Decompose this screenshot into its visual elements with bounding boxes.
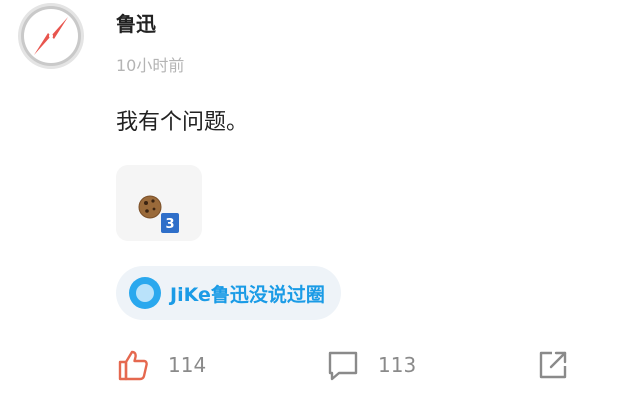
like-count: 114 (168, 353, 207, 377)
topic-label: JiKe鲁迅没说过圈 (170, 283, 325, 306)
post-image[interactable]: 3 (116, 165, 202, 241)
post-time: 10小时前 (116, 56, 185, 75)
post-content: 我有个问题。 (116, 110, 249, 135)
topic-tag[interactable]: JiKe鲁迅没说过圈 (116, 266, 341, 320)
author-name[interactable]: 鲁迅 (116, 10, 156, 38)
comment-button[interactable]: 113 (326, 348, 416, 382)
thumbs-up-icon (118, 350, 148, 381)
share-button[interactable] (536, 348, 570, 382)
image-badge-number: 3 (165, 217, 174, 232)
avatar[interactable] (16, 1, 86, 71)
compass-icon (18, 3, 84, 69)
share-icon (539, 351, 567, 379)
post-card: 鲁迅 10小时前 我有个问题。 3 JiKe鲁迅没说过圈 114 113 (0, 0, 640, 400)
topic-circle-icon (128, 276, 162, 310)
comment-icon (328, 351, 358, 381)
comment-count: 113 (378, 353, 417, 377)
cookie-image: 3 (138, 195, 179, 233)
like-button[interactable]: 114 (116, 348, 206, 382)
